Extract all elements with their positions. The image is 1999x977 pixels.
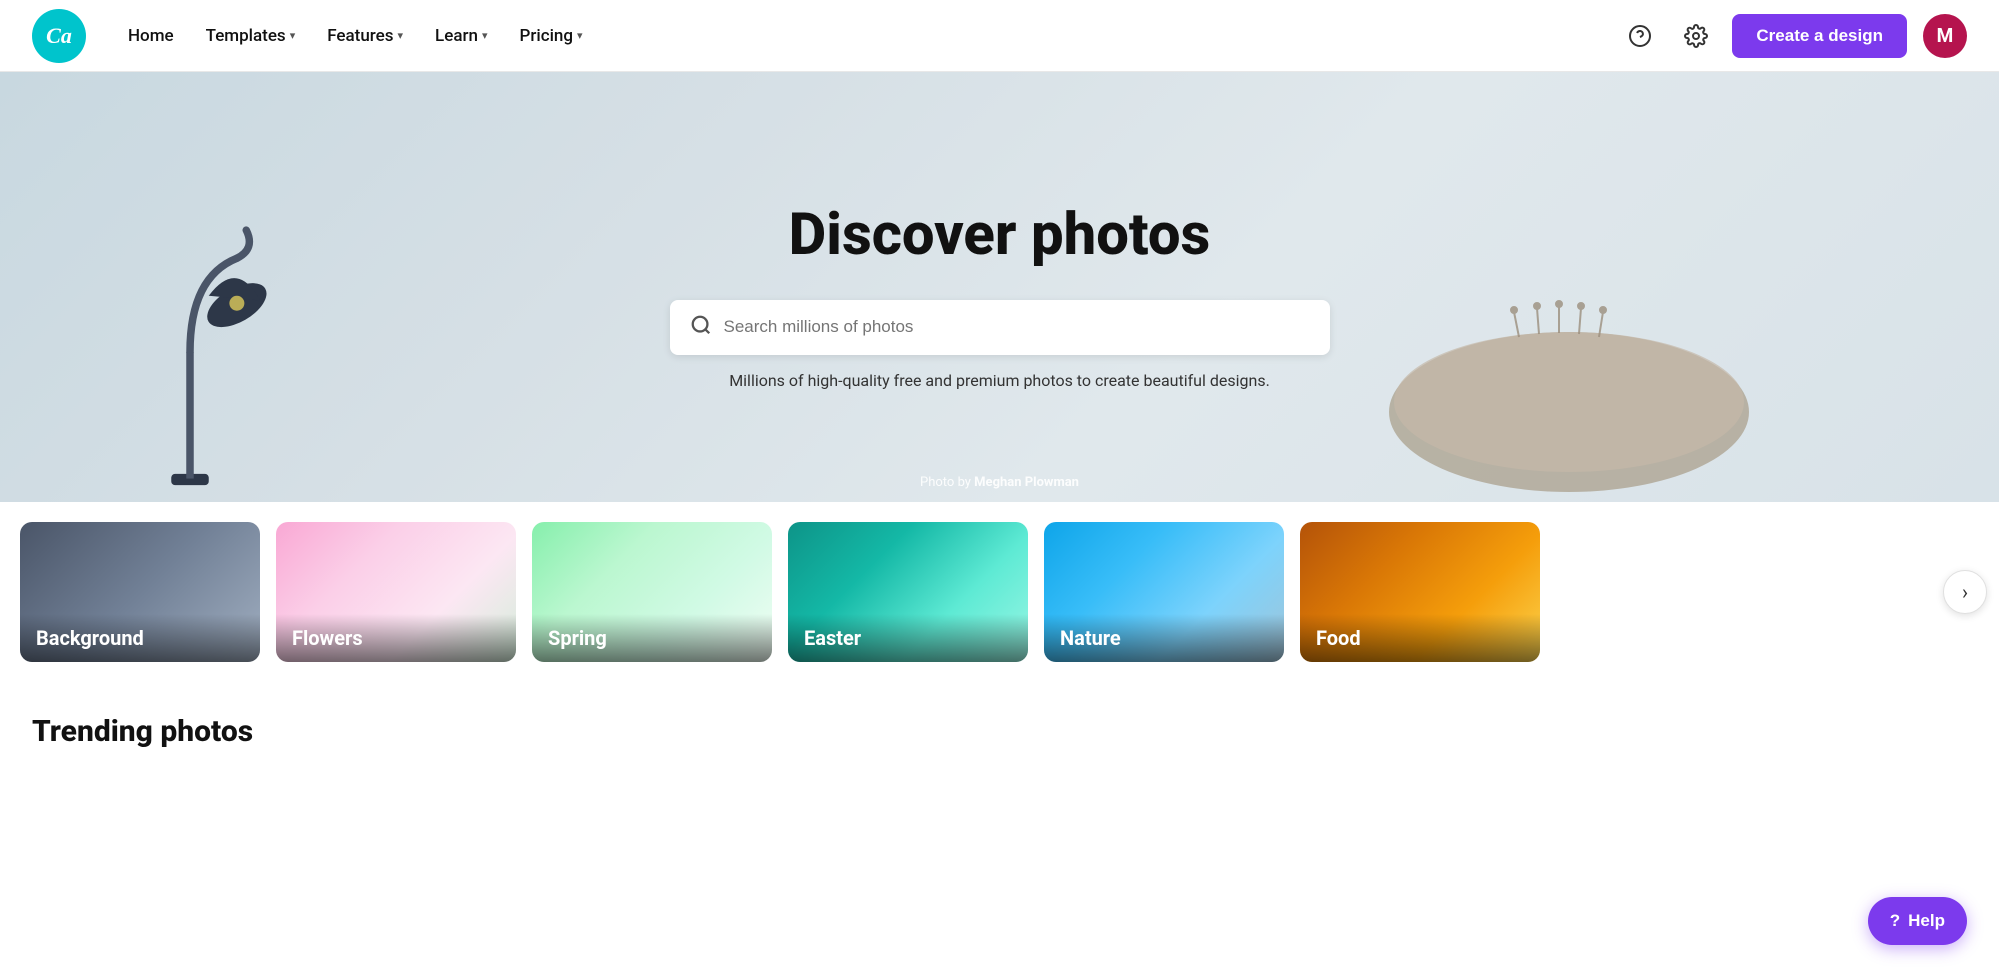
category-label-nature: Nature [1044, 614, 1284, 662]
pricing-chevron-icon: ▾ [577, 29, 583, 42]
trending-section: Trending photos [0, 682, 1999, 769]
nav-features[interactable]: Features ▾ [313, 18, 417, 54]
search-icon [690, 314, 712, 341]
nav-learn[interactable]: Learn ▾ [421, 18, 501, 54]
hero-title: Discover photos [670, 204, 1330, 268]
category-label-spring: Spring [532, 614, 772, 662]
category-scroll: Background Flowers Spring Easter Nature … [0, 522, 1943, 662]
category-label-easter: Easter [788, 614, 1028, 662]
nav-links: Home Templates ▾ Features ▾ Learn ▾ Pric… [114, 18, 597, 54]
photo-credit: Photo by Meghan Plowman [920, 475, 1079, 490]
create-design-button[interactable]: Create a design [1732, 14, 1907, 58]
lamp-decoration [100, 152, 300, 502]
navbar-left: Ca Home Templates ▾ Features ▾ Learn ▾ P… [32, 9, 597, 63]
help-question-icon: ? [1890, 911, 1900, 931]
search-bar [670, 300, 1330, 355]
category-card-background[interactable]: Background [20, 522, 260, 662]
gear-icon [1684, 24, 1708, 48]
hero-content: Discover photos Millions of high-quality… [650, 144, 1350, 430]
category-card-easter[interactable]: Easter [788, 522, 1028, 662]
help-button[interactable]: ? Help [1868, 897, 1967, 945]
canva-logo[interactable]: Ca [32, 9, 86, 63]
category-label-background: Background [20, 614, 260, 662]
category-strip: Background Flowers Spring Easter Nature … [0, 502, 1999, 682]
category-card-spring[interactable]: Spring [532, 522, 772, 662]
nav-home[interactable]: Home [114, 18, 188, 54]
avatar[interactable]: M [1923, 14, 1967, 58]
lamp-icon [100, 202, 280, 502]
navbar: Ca Home Templates ▾ Features ▾ Learn ▾ P… [0, 0, 1999, 72]
pillow-icon [1379, 282, 1759, 502]
category-card-flowers[interactable]: Flowers [276, 522, 516, 662]
learn-chevron-icon: ▾ [482, 29, 488, 42]
category-card-nature[interactable]: Nature [1044, 522, 1284, 662]
pillow-decoration [1379, 282, 1759, 502]
nav-pricing[interactable]: Pricing ▾ [506, 18, 597, 54]
help-icon-button[interactable] [1620, 16, 1660, 56]
scroll-right-arrow[interactable]: › [1943, 570, 1987, 614]
features-chevron-icon: ▾ [398, 29, 404, 42]
category-card-food[interactable]: Food [1300, 522, 1540, 662]
hero-subtitle: Millions of high-quality free and premiu… [670, 371, 1330, 390]
category-label-food: Food [1300, 614, 1540, 662]
category-label-flowers: Flowers [276, 614, 516, 662]
templates-chevron-icon: ▾ [290, 29, 296, 42]
settings-icon-button[interactable] [1676, 16, 1716, 56]
question-circle-icon [1628, 24, 1652, 48]
search-input[interactable] [724, 317, 1310, 337]
hero-section: Discover photos Millions of high-quality… [0, 72, 1999, 502]
nav-templates[interactable]: Templates ▾ [192, 18, 310, 54]
trending-title: Trending photos [32, 714, 1967, 749]
navbar-right: Create a design M [1620, 14, 1967, 58]
